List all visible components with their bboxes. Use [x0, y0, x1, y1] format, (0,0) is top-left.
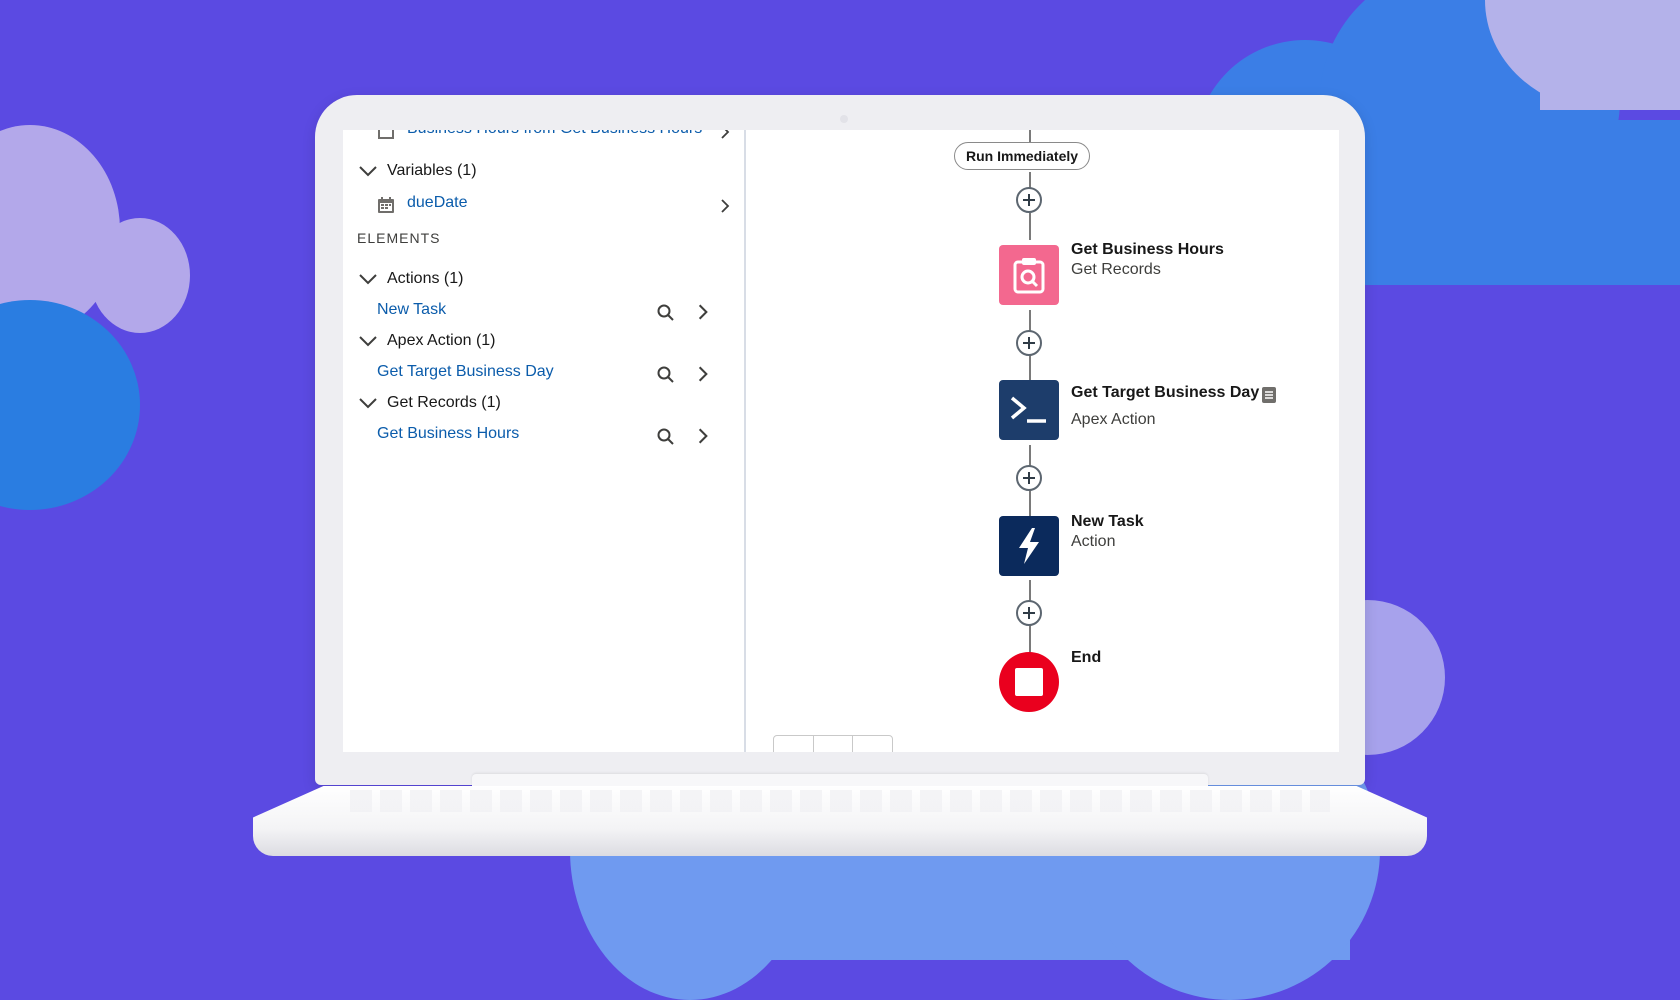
node-title: End — [1071, 649, 1102, 666]
add-element-button[interactable] — [1016, 330, 1042, 356]
element-item-get-business-hours[interactable]: Get Business Hours — [343, 421, 744, 451]
cloud-decoration — [90, 218, 190, 333]
chevron-down-icon[interactable] — [357, 268, 379, 290]
section-header: Apex Action (1) — [387, 332, 496, 349]
stop-icon — [1015, 668, 1043, 696]
element-item-new-task[interactable]: New Task — [343, 297, 744, 327]
elements-section-label: ELEMENTS — [357, 230, 441, 246]
node-get-target-business-day[interactable] — [999, 380, 1059, 440]
flow-canvas[interactable]: Run Immediately Get Business Hours Get R… — [746, 130, 1339, 752]
section-header: Variables (1) — [387, 162, 477, 179]
add-element-button[interactable] — [1016, 465, 1042, 491]
element-item-actions — [656, 297, 736, 327]
apex-terminal-icon — [1010, 396, 1046, 423]
node-title: New Task — [1071, 513, 1144, 530]
element-item-get-target-business-day[interactable]: Get Target Business Day — [343, 359, 744, 389]
node-subtitle: Apex Action — [1071, 411, 1156, 428]
node-title: Get Target Business Day — [1071, 384, 1260, 401]
flow-builder-screen: Business Hours from Get Business Hours V… — [343, 130, 1339, 752]
laptop-camera — [840, 115, 848, 123]
element-item-actions — [656, 421, 736, 451]
toolbox-panel: Business Hours from Get Business Hours V… — [343, 130, 746, 752]
description-icon[interactable] — [1261, 386, 1277, 404]
get-records-icon — [1013, 258, 1045, 294]
section-get-records[interactable]: Get Records (1) — [343, 390, 744, 420]
keyboard — [350, 790, 1330, 812]
section-header: Get Records (1) — [387, 394, 501, 411]
chevron-right-icon[interactable] — [694, 365, 712, 383]
divider — [852, 736, 853, 752]
search-icon[interactable] — [656, 365, 676, 385]
search-icon[interactable] — [656, 303, 676, 323]
node-end[interactable] — [999, 652, 1059, 712]
element-item-label[interactable]: Get Target Business Day — [377, 363, 554, 381]
chevron-right-icon[interactable] — [717, 130, 733, 140]
chevron-down-icon[interactable] — [357, 160, 379, 182]
calendar-icon — [378, 130, 394, 139]
connector-line — [1029, 213, 1031, 240]
add-element-button[interactable] — [1016, 600, 1042, 626]
node-subtitle: Get Records — [1071, 261, 1161, 278]
element-item-label[interactable]: New Task — [377, 301, 446, 319]
chevron-down-icon[interactable] — [357, 392, 379, 414]
chevron-right-icon[interactable] — [694, 427, 712, 445]
lightning-icon — [1019, 528, 1039, 564]
section-apex-action[interactable]: Apex Action (1) — [343, 328, 744, 358]
node-new-task[interactable] — [999, 516, 1059, 576]
section-variables[interactable]: Variables (1) — [343, 158, 744, 188]
node-subtitle: Action — [1071, 533, 1116, 550]
section-header: Actions (1) — [387, 270, 464, 287]
resource-item-business-hours[interactable]: Business Hours from Get Business Hours — [343, 130, 744, 146]
resource-item-duedate[interactable]: dueDate — [343, 190, 744, 220]
resource-item-label: dueDate — [407, 194, 468, 211]
add-element-button[interactable] — [1016, 187, 1042, 213]
connector-line — [1029, 130, 1031, 142]
element-item-label[interactable]: Get Business Hours — [377, 425, 519, 443]
chevron-down-icon[interactable] — [357, 330, 379, 352]
search-icon[interactable] — [656, 427, 676, 447]
node-get-business-hours[interactable] — [999, 245, 1059, 305]
node-title: Get Business Hours — [1071, 241, 1224, 258]
divider — [813, 736, 814, 752]
section-actions[interactable]: Actions (1) — [343, 266, 744, 296]
cloud-decoration — [1540, 0, 1680, 110]
element-item-actions — [656, 359, 736, 389]
resource-item-label: Business Hours from Get Business Hours — [407, 130, 702, 138]
cloud-decoration — [0, 300, 140, 510]
chevron-right-icon[interactable] — [694, 303, 712, 321]
zoom-controls[interactable] — [773, 735, 893, 752]
calendar-icon — [378, 197, 394, 213]
chevron-right-icon[interactable] — [717, 198, 733, 214]
laptop-hinge — [472, 774, 1208, 786]
start-path-pill[interactable]: Run Immediately — [954, 142, 1091, 170]
